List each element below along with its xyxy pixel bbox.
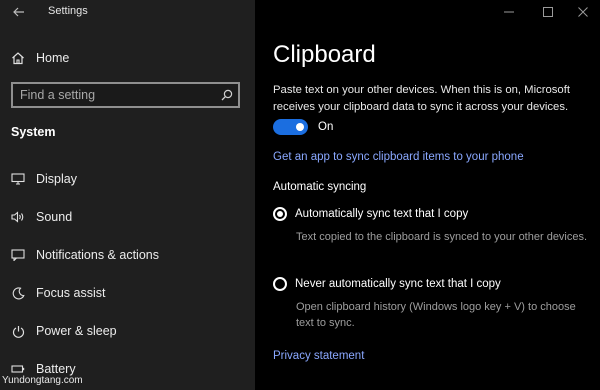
back-button[interactable] bbox=[11, 3, 27, 21]
get-app-link[interactable]: Get an app to sync clipboard items to yo… bbox=[273, 151, 524, 163]
close-icon bbox=[578, 7, 588, 17]
sidebar-item-home[interactable]: Home bbox=[0, 46, 255, 70]
sidebar-item-label: Battery bbox=[36, 362, 76, 376]
notifications-icon bbox=[10, 247, 26, 263]
search-icon bbox=[221, 89, 233, 101]
radio-button[interactable] bbox=[273, 277, 287, 291]
privacy-link[interactable]: Privacy statement bbox=[273, 350, 364, 362]
sidebar-item-power-sleep[interactable]: Power & sleep bbox=[0, 312, 255, 350]
back-arrow-icon bbox=[13, 7, 24, 17]
sidebar-item-label: Home bbox=[36, 51, 70, 65]
sync-toggle[interactable] bbox=[273, 119, 308, 135]
power-icon bbox=[10, 323, 26, 339]
section-title: System bbox=[11, 125, 56, 139]
sidebar-item-label: Focus assist bbox=[36, 286, 106, 300]
sidebar-nav: Display Sound Notifications & actions Fo… bbox=[0, 160, 255, 388]
radio-dot bbox=[277, 211, 283, 217]
sound-icon bbox=[10, 209, 26, 225]
minimize-icon bbox=[504, 11, 514, 13]
close-button[interactable] bbox=[566, 0, 600, 24]
sidebar: Settings Home System bbox=[0, 0, 255, 390]
auto-sync-heading: Automatic syncing bbox=[273, 181, 367, 193]
home-icon bbox=[10, 50, 26, 66]
search-input[interactable] bbox=[13, 87, 216, 103]
sidebar-item-label: Sound bbox=[36, 210, 73, 224]
toggle-knob bbox=[296, 123, 304, 131]
maximize-button[interactable] bbox=[531, 0, 565, 24]
radio-auto-sync[interactable]: Automatically sync text that I copy bbox=[273, 207, 468, 221]
never-sync-help: Open clipboard history (Windows logo key… bbox=[296, 301, 576, 329]
radio-label: Automatically sync text that I copy bbox=[295, 208, 469, 220]
radio-button-selected[interactable] bbox=[273, 207, 287, 221]
search-button[interactable] bbox=[216, 84, 238, 106]
app-title: Settings bbox=[48, 5, 88, 17]
sidebar-item-focus-assist[interactable]: Focus assist bbox=[0, 274, 255, 312]
auto-sync-help: Text copied to the clipboard is synced t… bbox=[296, 231, 588, 243]
search-box bbox=[11, 82, 240, 108]
sync-description: Paste text on your other devices. When t… bbox=[273, 84, 570, 113]
sidebar-item-label: Display bbox=[36, 172, 77, 186]
sidebar-item-display[interactable]: Display bbox=[0, 160, 255, 198]
radio-label: Never automatically sync text that I cop… bbox=[295, 278, 501, 290]
sync-toggle-row: On bbox=[273, 119, 333, 135]
sidebar-item-label: Notifications & actions bbox=[36, 248, 159, 262]
display-icon bbox=[10, 171, 26, 187]
minimize-button[interactable] bbox=[492, 0, 526, 24]
sidebar-item-label: Power & sleep bbox=[36, 324, 117, 338]
watermark: Yundongtang.com bbox=[2, 375, 83, 386]
radio-never-sync[interactable]: Never automatically sync text that I cop… bbox=[273, 277, 501, 291]
page-title: Clipboard bbox=[273, 41, 376, 68]
maximize-icon bbox=[543, 7, 553, 17]
main-content: Clipboard Paste text on your other devic… bbox=[255, 0, 600, 390]
focus-assist-icon bbox=[10, 285, 26, 301]
sidebar-item-notifications[interactable]: Notifications & actions bbox=[0, 236, 255, 274]
sidebar-item-sound[interactable]: Sound bbox=[0, 198, 255, 236]
toggle-state-label: On bbox=[318, 121, 334, 133]
